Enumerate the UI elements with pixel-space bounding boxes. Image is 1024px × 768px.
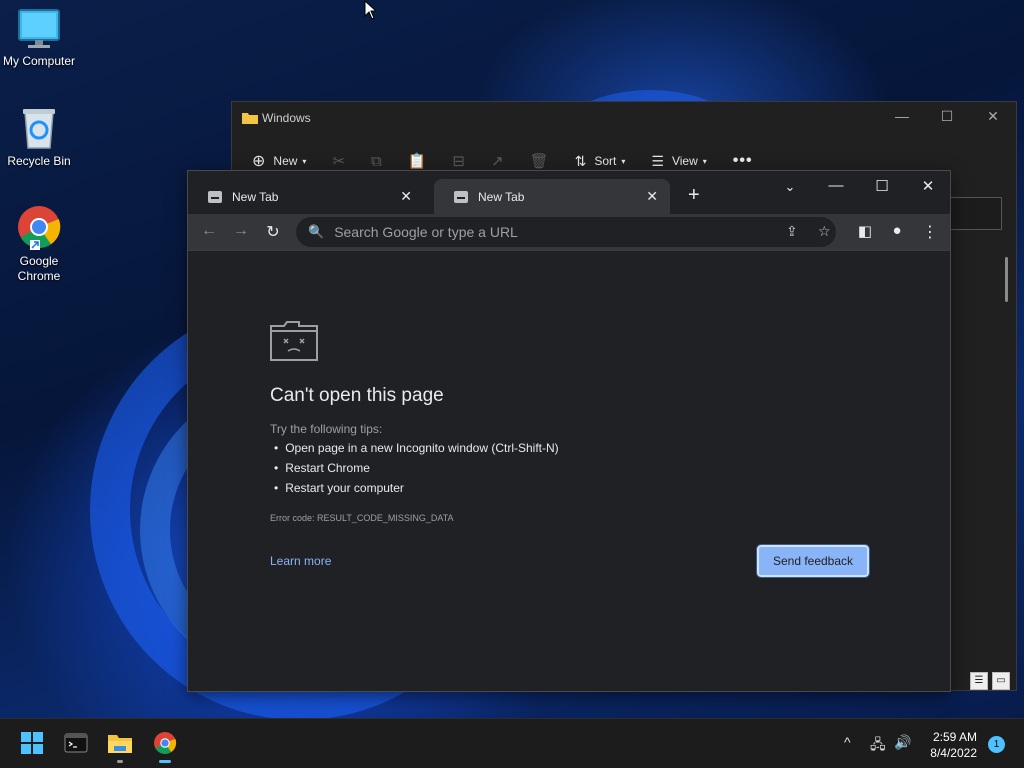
rename-icon[interactable]: ⊟ [452, 152, 465, 170]
tab-new-tab-2[interactable]: New Tab ✕ [434, 179, 670, 214]
tab-title: New Tab [478, 189, 525, 204]
chrome-taskbar-button[interactable] [150, 728, 180, 763]
side-panel-icon[interactable]: ◧ [855, 222, 875, 240]
close-icon[interactable]: ✕ [918, 177, 938, 195]
list-item: Restart Chrome [274, 458, 559, 478]
chrome-icon [154, 732, 177, 754]
delete-icon[interactable]: 🗑 [530, 152, 549, 170]
chrome-toolbar: ← → ↻ 🔍 Search Google or type a URL ⇪ ☆ … [188, 214, 950, 250]
mouse-cursor-icon [364, 0, 376, 20]
explorer-title: Windows [262, 111, 311, 125]
new-button-label: New [273, 154, 298, 168]
clock[interactable]: 2:59 AM 8/4/2022 [930, 729, 977, 761]
maximize-icon[interactable]: ☐ [872, 177, 892, 195]
desktop-icon-google-chrome[interactable]: Google Chrome [0, 204, 78, 284]
view-button-label: View [671, 154, 698, 168]
plus-circle-icon: ⊕ [252, 153, 266, 170]
tab-search-chevron-icon[interactable]: ⌄ [780, 179, 800, 195]
tab-strip: New Tab ✕ New Tab ✕ + ⌄ — ☐ ✕ [188, 171, 950, 214]
forward-icon[interactable]: → [231, 222, 251, 240]
explorer-titlebar[interactable]: Windows — ☐ ✕ [232, 102, 1016, 134]
tab-title: New Tab [232, 189, 279, 204]
error-title: Can't open this page [270, 385, 444, 406]
tiles-view-icon[interactable]: ▭ [992, 672, 1010, 690]
close-tab-icon[interactable]: ✕ [646, 188, 658, 205]
reload-icon[interactable]: ↻ [263, 222, 283, 242]
chrome-icon [18, 206, 61, 250]
bookmark-star-icon[interactable]: ☆ [818, 223, 831, 240]
terminal-icon [64, 733, 88, 753]
close-icon[interactable]: ✕ [983, 108, 1003, 125]
close-tab-icon[interactable]: ✕ [400, 188, 412, 205]
clock-time: 2:59 AM [932, 730, 977, 744]
list-item: Open page in a new Incognito window (Ctr… [274, 438, 558, 458]
menu-kebab-icon[interactable]: ⋮ [920, 222, 940, 242]
file-explorer-taskbar-button[interactable] [105, 728, 135, 763]
more-options-icon[interactable]: ••• [733, 152, 753, 170]
tab-favicon-icon [454, 190, 468, 203]
volume-icon[interactable]: 🔊 [894, 734, 911, 751]
explorer-scrollbar[interactable] [1005, 257, 1008, 302]
recycle-bin-icon [23, 109, 55, 149]
address-bar[interactable]: 🔍 Search Google or type a URL ⇪ ☆ [296, 217, 836, 247]
desktop-icon-label: Chrome [17, 269, 61, 283]
taskbar: ^ 🖧 🔊 2:59 AM 8/4/2022 1 [0, 718, 1024, 768]
chevron-down-icon: ▾ [702, 156, 707, 166]
cut-icon[interactable]: ✂ [332, 152, 345, 170]
folder-icon [242, 113, 258, 124]
new-tab-plus-icon[interactable]: + [688, 184, 700, 207]
chevron-down-icon: ▾ [302, 156, 307, 166]
desktop-icon-my-computer[interactable]: My Computer [0, 8, 78, 69]
sort-icon: ⇅ [574, 152, 587, 169]
explorer-search-box[interactable] [950, 197, 1002, 230]
folder-icon [108, 735, 132, 753]
desktop-icon-recycle-bin[interactable]: Recycle Bin [0, 106, 78, 169]
minimize-icon[interactable]: — [892, 108, 912, 124]
send-feedback-button[interactable]: Send feedback [756, 544, 870, 578]
new-button[interactable]: ⊕ New ▾ [252, 151, 306, 171]
chevron-up-icon[interactable]: ^ [844, 734, 851, 750]
desktop-icon-label: Google [19, 254, 59, 268]
monitor-icon [18, 9, 60, 48]
error-tips-list: Open page in a new Incognito window (Ctr… [274, 438, 559, 498]
terminal-taskbar-button[interactable] [61, 728, 91, 758]
explorer-view-toggles: ☰ ▭ [970, 672, 1010, 690]
share-icon[interactable]: ↗ [491, 152, 504, 170]
chevron-down-icon: ▾ [621, 156, 626, 166]
windows-logo-icon [21, 732, 43, 754]
notification-badge[interactable]: 1 [988, 736, 1005, 753]
tab-favicon-icon [208, 190, 222, 203]
error-page: Can't open this page Try the following t… [188, 250, 950, 691]
tab-new-tab-1[interactable]: New Tab ✕ [188, 179, 424, 214]
learn-more-link[interactable]: Learn more [270, 554, 331, 568]
sort-button-label: Sort [594, 154, 617, 168]
share-icon[interactable]: ⇪ [786, 223, 798, 240]
network-icon[interactable]: 🖧 [870, 734, 886, 758]
list-item: Restart your computer [274, 478, 559, 498]
details-view-icon[interactable]: ☰ [970, 672, 988, 690]
address-bar-placeholder: Search Google or type a URL [334, 224, 518, 240]
copy-icon[interactable]: ⧉ [371, 153, 382, 170]
desktop: My Computer Recycle Bin Google Chrome Wi… [0, 0, 1024, 718]
sad-folder-icon [270, 321, 318, 361]
paste-icon[interactable]: 📋 [408, 152, 427, 170]
desktop-icon-label: Recycle Bin [7, 154, 71, 168]
error-code: Error code: RESULT_CODE_MISSING_DATA [270, 513, 454, 523]
chrome-window[interactable]: New Tab ✕ New Tab ✕ + ⌄ — ☐ ✕ ← → ↻ 🔍 Se… [187, 170, 951, 692]
minimize-icon[interactable]: — [826, 177, 846, 194]
view-button[interactable]: ☰ View ▾ [651, 153, 706, 170]
sort-button[interactable]: ⇅ Sort ▾ [575, 153, 626, 170]
error-tips-intro: Try the following tips: [270, 422, 383, 436]
start-button[interactable] [17, 728, 47, 758]
clock-date: 8/4/2022 [930, 746, 977, 760]
back-icon[interactable]: ← [199, 222, 219, 240]
desktop-icon-label: My Computer [2, 54, 76, 68]
maximize-icon[interactable]: ☐ [937, 108, 957, 125]
search-icon: 🔍 [308, 224, 325, 239]
profile-avatar-icon[interactable]: ● [887, 222, 907, 239]
view-icon: ☰ [651, 152, 664, 169]
